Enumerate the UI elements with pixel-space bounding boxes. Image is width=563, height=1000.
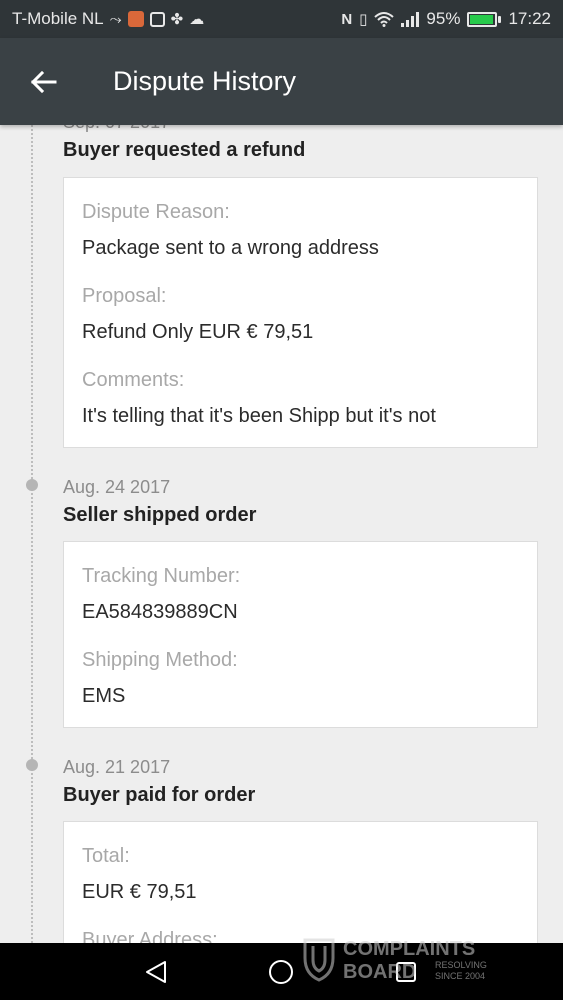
field-label: Buyer Address: (82, 929, 218, 943)
nav-home-button[interactable] (264, 955, 298, 989)
signal-icon (401, 12, 420, 27)
field-label: Shipping Method: (82, 649, 238, 671)
timeline-line (31, 125, 33, 943)
home-circle-icon (269, 960, 293, 984)
vibrate-icon: ▯ (359, 11, 368, 28)
event-date: Aug. 24 2017 (63, 477, 171, 497)
field-value: EUR € 79,51 (82, 881, 197, 903)
status-bar: T-Mobile NL ⤳ ✤ ☁ N ▯ 95% 17:22 (0, 0, 563, 38)
watermark-tag2: SINCE 2004 (435, 971, 485, 981)
timeline-dot (26, 759, 38, 771)
field-value: Refund Only EUR € 79,51 (82, 321, 314, 343)
watermark-logo: COMPLAINTS BOARD RESOLVING SINCE 2004 (303, 938, 487, 983)
pinwheel-icon: ✤ (170, 11, 184, 28)
field-label: Comments: (82, 369, 185, 391)
carrier-name: T-Mobile NL (12, 9, 104, 28)
status-bar-right: N ▯ 95% 17:22 (341, 9, 551, 29)
watermark-line2: BOARD (343, 961, 416, 983)
event-date: Aug. 21 2017 (63, 757, 171, 777)
page-title: Dispute History (113, 66, 297, 96)
nfc-icon: N (341, 10, 353, 28)
nav-back-button[interactable] (139, 955, 173, 989)
event-title: Buyer paid for order (63, 784, 256, 806)
event-detail-card: Dispute Reason: Package sent to a wrong … (63, 177, 538, 448)
battery-percent: 95% (426, 9, 461, 28)
field-label: Dispute Reason: (82, 201, 230, 223)
back-arrow-icon (30, 70, 57, 94)
dispute-timeline[interactable]: Sep. 07 2017 Buyer requested a refund Di… (0, 125, 563, 943)
field-value: EMS (82, 685, 126, 707)
field-label: Tracking Number: (82, 565, 241, 587)
field-value: It's telling that it's been Shipp but it… (82, 405, 436, 427)
field-value: Package sent to a wrong address (82, 237, 379, 259)
app-bar: Dispute History (0, 38, 563, 125)
gallery-notification-icon (149, 11, 165, 27)
wifi-icon (374, 12, 395, 27)
event-detail-card: Total: EUR € 79,51 Buyer Address: (63, 821, 538, 943)
field-value: EA584839889CN (82, 601, 238, 623)
event-title: Buyer requested a refund (63, 139, 306, 161)
timeline-dot (26, 479, 38, 491)
event-title: Seller shipped order (63, 504, 257, 526)
call-forward-icon: ⤳ (109, 10, 122, 28)
battery-icon (467, 11, 502, 27)
back-button[interactable] (18, 58, 68, 106)
field-label: Proposal: (82, 285, 167, 307)
cloud-icon: ☁ (189, 11, 205, 28)
clock: 17:22 (508, 9, 551, 28)
field-label: Total: (82, 845, 130, 867)
status-bar-left: T-Mobile NL ⤳ ✤ ☁ (12, 9, 204, 29)
watermark-tag1: RESOLVING (435, 960, 487, 970)
watermark-line1: COMPLAINTS (343, 938, 475, 960)
complaints-board-watermark: COMPLAINTS BOARD RESOLVING SINCE 2004 (303, 936, 533, 986)
app-notification-icon (127, 11, 144, 27)
event-detail-card: Tracking Number: EA584839889CN Shipping … (63, 541, 538, 728)
back-triangle-icon (146, 961, 166, 983)
event-date: Sep. 07 2017 (63, 125, 170, 133)
